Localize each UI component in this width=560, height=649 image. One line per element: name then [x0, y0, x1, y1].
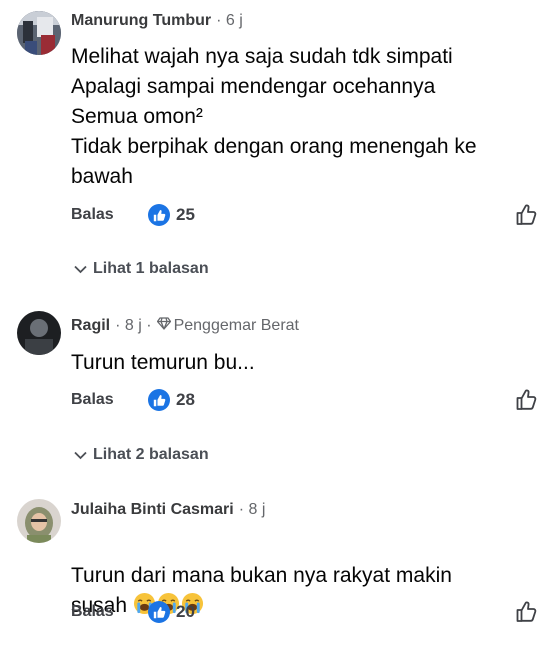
- thumbs-up-icon: [148, 601, 170, 623]
- avatar[interactable]: [17, 499, 61, 543]
- like-summary[interactable]: 20: [148, 601, 195, 623]
- like-count: 20: [176, 602, 195, 621]
- comment-header: Ragil · 8 j · Penggemar Berat: [71, 317, 299, 335]
- fan-badge-label: Penggemar Berat: [173, 317, 299, 334]
- chevron-down-icon: [74, 265, 87, 273]
- timestamp: · 6 j: [216, 12, 243, 29]
- reply-button[interactable]: Balas: [71, 603, 114, 621]
- comment-actions: Balas 28: [71, 387, 560, 413]
- comment-text: Turun temurun bu...: [71, 351, 255, 374]
- thumbs-up-icon: [148, 389, 170, 411]
- comment-header: Julaiha Binti Casmari · 8 j: [71, 501, 265, 519]
- view-replies-label: Lihat 2 balasan: [93, 446, 209, 463]
- author-name[interactable]: Manurung Tumbur: [71, 12, 211, 30]
- thumbs-up-outline-icon[interactable]: [515, 388, 539, 417]
- comment-text: Melihat wajah nya saja sudah tdk simpati…: [71, 45, 477, 188]
- diamond-icon: [156, 317, 171, 335]
- thumbs-up-icon: [148, 204, 170, 226]
- view-replies-label: Lihat 1 balasan: [93, 260, 209, 277]
- avatar[interactable]: [17, 11, 61, 55]
- view-replies-link[interactable]: Lihat 2 balasan: [74, 446, 209, 464]
- timestamp: · 8 j ·: [115, 317, 152, 334]
- reply-button[interactable]: Balas: [71, 206, 114, 224]
- thumbs-up-outline-icon[interactable]: [515, 600, 539, 629]
- avatar[interactable]: [17, 311, 61, 355]
- comment-actions: Balas 20: [71, 599, 560, 625]
- comment-item: Julaiha Binti Casmari · 8 j Turun dari m…: [0, 486, 560, 646]
- like-count: 28: [176, 390, 195, 409]
- reply-button[interactable]: Balas: [71, 391, 114, 409]
- comment-header: Manurung Tumbur · 6 j: [71, 12, 243, 30]
- like-summary[interactable]: 25: [148, 204, 195, 226]
- comment-item: Ragil · 8 j · Penggemar Berat Turun temu…: [0, 300, 560, 476]
- thumbs-up-outline-icon[interactable]: [515, 203, 539, 232]
- chevron-down-icon: [74, 451, 87, 459]
- author-name[interactable]: Ragil: [71, 317, 110, 335]
- author-name[interactable]: Julaiha Binti Casmari: [71, 501, 234, 519]
- like-count: 25: [176, 205, 195, 224]
- like-summary[interactable]: 28: [148, 389, 195, 411]
- comment-item: Manurung Tumbur · 6 j Melihat wajah nya …: [0, 0, 560, 290]
- timestamp: · 8 j: [238, 501, 266, 518]
- view-replies-link[interactable]: Lihat 1 balasan: [74, 260, 209, 278]
- comment-actions: Balas 25: [71, 202, 560, 228]
